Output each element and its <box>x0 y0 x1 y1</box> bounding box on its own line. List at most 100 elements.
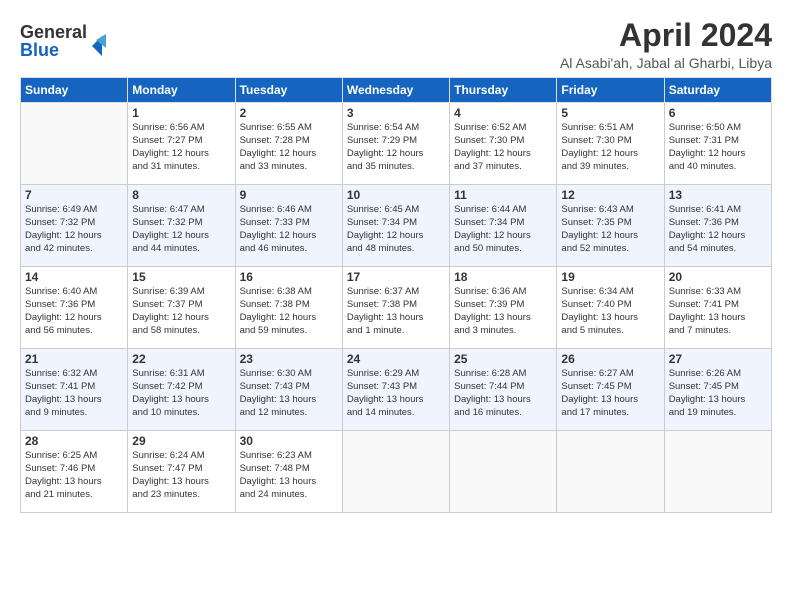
calendar-cell: 21 Sunrise: 6:32 AM Sunset: 7:41 PM Dayli… <box>21 349 128 431</box>
calendar-cell: 9 Sunrise: 6:46 AM Sunset: 7:33 PM Daylig… <box>235 185 342 267</box>
cell-info: Sunrise: 6:23 AM Sunset: 7:48 PM Dayligh… <box>240 450 338 501</box>
day-number: 25 <box>454 352 552 366</box>
cell-info: Sunrise: 6:28 AM Sunset: 7:44 PM Dayligh… <box>454 368 552 419</box>
calendar-cell <box>557 431 664 513</box>
day-number: 11 <box>454 188 552 202</box>
week-row-2: 7 Sunrise: 6:49 AM Sunset: 7:32 PM Daylig… <box>21 185 772 267</box>
day-number: 9 <box>240 188 338 202</box>
cell-info: Sunrise: 6:46 AM Sunset: 7:33 PM Dayligh… <box>240 204 338 255</box>
cell-info: Sunrise: 6:41 AM Sunset: 7:36 PM Dayligh… <box>669 204 767 255</box>
calendar-cell: 22 Sunrise: 6:31 AM Sunset: 7:42 PM Dayli… <box>128 349 235 431</box>
week-row-5: 28 Sunrise: 6:25 AM Sunset: 7:46 PM Dayli… <box>21 431 772 513</box>
day-number: 6 <box>669 106 767 120</box>
calendar-cell: 19 Sunrise: 6:34 AM Sunset: 7:40 PM Dayli… <box>557 267 664 349</box>
calendar-cell: 20Sunrise: 6:33 AM Sunset: 7:41 PM Dayli… <box>664 267 771 349</box>
calendar-cell: 2Sunrise: 6:55 AM Sunset: 7:28 PM Daylig… <box>235 103 342 185</box>
day-number: 21 <box>25 352 123 366</box>
calendar-cell: 1 Sunrise: 6:56 AM Sunset: 7:27 PM Daylig… <box>128 103 235 185</box>
day-number: 18 <box>454 270 552 284</box>
cell-info: Sunrise: 6:36 AM Sunset: 7:39 PM Dayligh… <box>454 286 552 337</box>
cell-info: Sunrise: 6:40 AM Sunset: 7:36 PM Dayligh… <box>25 286 123 337</box>
cell-info: Sunrise: 6:51 AM Sunset: 7:30 PM Dayligh… <box>561 122 659 173</box>
col-header-friday: Friday <box>557 78 664 103</box>
cell-info: Sunrise: 6:45 AM Sunset: 7:34 PM Dayligh… <box>347 204 445 255</box>
title-block: April 2024 Al Asabi'ah, Jabal al Gharbi,… <box>560 18 772 71</box>
calendar-cell: 12Sunrise: 6:43 AM Sunset: 7:35 PM Dayli… <box>557 185 664 267</box>
page: General Blue April 2024 Al Asabi'ah, Jab… <box>0 0 792 612</box>
day-number: 28 <box>25 434 123 448</box>
calendar-cell <box>450 431 557 513</box>
cell-info: Sunrise: 6:24 AM Sunset: 7:47 PM Dayligh… <box>132 450 230 501</box>
calendar-cell: 18 Sunrise: 6:36 AM Sunset: 7:39 PM Dayli… <box>450 267 557 349</box>
svg-text:General: General <box>20 22 87 42</box>
cell-info: Sunrise: 6:47 AM Sunset: 7:32 PM Dayligh… <box>132 204 230 255</box>
calendar-cell: 10 Sunrise: 6:45 AM Sunset: 7:34 PM Dayli… <box>342 185 449 267</box>
day-number: 3 <box>347 106 445 120</box>
calendar-cell: 30 Sunrise: 6:23 AM Sunset: 7:48 PM Dayli… <box>235 431 342 513</box>
cell-info: Sunrise: 6:44 AM Sunset: 7:34 PM Dayligh… <box>454 204 552 255</box>
svg-text:Blue: Blue <box>20 40 59 60</box>
calendar-cell: 16 Sunrise: 6:38 AM Sunset: 7:38 PM Dayli… <box>235 267 342 349</box>
week-row-3: 14 Sunrise: 6:40 AM Sunset: 7:36 PM Dayli… <box>21 267 772 349</box>
cell-info: Sunrise: 6:32 AM Sunset: 7:41 PM Dayligh… <box>25 368 123 419</box>
calendar-cell: 7 Sunrise: 6:49 AM Sunset: 7:32 PM Daylig… <box>21 185 128 267</box>
header: General Blue April 2024 Al Asabi'ah, Jab… <box>20 18 772 71</box>
cell-info: Sunrise: 6:30 AM Sunset: 7:43 PM Dayligh… <box>240 368 338 419</box>
day-number: 22 <box>132 352 230 366</box>
col-header-wednesday: Wednesday <box>342 78 449 103</box>
cell-info: Sunrise: 6:43 AM Sunset: 7:35 PM Dayligh… <box>561 204 659 255</box>
day-number: 23 <box>240 352 338 366</box>
calendar-cell: 28 Sunrise: 6:25 AM Sunset: 7:46 PM Dayli… <box>21 431 128 513</box>
col-header-sunday: Sunday <box>21 78 128 103</box>
logo-icon: General Blue <box>20 18 110 62</box>
calendar-cell: 14 Sunrise: 6:40 AM Sunset: 7:36 PM Dayli… <box>21 267 128 349</box>
day-number: 5 <box>561 106 659 120</box>
calendar-cell: 23 Sunrise: 6:30 AM Sunset: 7:43 PM Dayli… <box>235 349 342 431</box>
day-number: 14 <box>25 270 123 284</box>
cell-info: Sunrise: 6:50 AM Sunset: 7:31 PM Dayligh… <box>669 122 767 173</box>
col-header-monday: Monday <box>128 78 235 103</box>
calendar-cell: 6 Sunrise: 6:50 AM Sunset: 7:31 PM Daylig… <box>664 103 771 185</box>
logo: General Blue <box>20 18 110 67</box>
week-row-4: 21 Sunrise: 6:32 AM Sunset: 7:41 PM Dayli… <box>21 349 772 431</box>
day-number: 16 <box>240 270 338 284</box>
day-number: 13 <box>669 188 767 202</box>
calendar-cell: 8Sunrise: 6:47 AM Sunset: 7:32 PM Daylig… <box>128 185 235 267</box>
day-number: 4 <box>454 106 552 120</box>
calendar-cell: 29Sunrise: 6:24 AM Sunset: 7:47 PM Dayli… <box>128 431 235 513</box>
calendar-cell <box>342 431 449 513</box>
cell-info: Sunrise: 6:55 AM Sunset: 7:28 PM Dayligh… <box>240 122 338 173</box>
cell-info: Sunrise: 6:27 AM Sunset: 7:45 PM Dayligh… <box>561 368 659 419</box>
calendar-cell <box>21 103 128 185</box>
day-number: 19 <box>561 270 659 284</box>
day-number: 1 <box>132 106 230 120</box>
cell-info: Sunrise: 6:54 AM Sunset: 7:29 PM Dayligh… <box>347 122 445 173</box>
calendar-cell: 17 Sunrise: 6:37 AM Sunset: 7:38 PM Dayli… <box>342 267 449 349</box>
day-number: 27 <box>669 352 767 366</box>
day-number: 26 <box>561 352 659 366</box>
calendar-cell: 24 Sunrise: 6:29 AM Sunset: 7:43 PM Dayli… <box>342 349 449 431</box>
cell-info: Sunrise: 6:38 AM Sunset: 7:38 PM Dayligh… <box>240 286 338 337</box>
month-title: April 2024 <box>560 18 772 53</box>
calendar-cell: 15Sunrise: 6:39 AM Sunset: 7:37 PM Dayli… <box>128 267 235 349</box>
cell-info: Sunrise: 6:37 AM Sunset: 7:38 PM Dayligh… <box>347 286 445 337</box>
day-number: 30 <box>240 434 338 448</box>
calendar-cell: 5 Sunrise: 6:51 AM Sunset: 7:30 PM Daylig… <box>557 103 664 185</box>
day-number: 20 <box>669 270 767 284</box>
cell-info: Sunrise: 6:49 AM Sunset: 7:32 PM Dayligh… <box>25 204 123 255</box>
cell-info: Sunrise: 6:34 AM Sunset: 7:40 PM Dayligh… <box>561 286 659 337</box>
calendar-cell: 11 Sunrise: 6:44 AM Sunset: 7:34 PM Dayli… <box>450 185 557 267</box>
cell-info: Sunrise: 6:52 AM Sunset: 7:30 PM Dayligh… <box>454 122 552 173</box>
calendar-cell: 13 Sunrise: 6:41 AM Sunset: 7:36 PM Dayli… <box>664 185 771 267</box>
day-number: 24 <box>347 352 445 366</box>
day-number: 17 <box>347 270 445 284</box>
cell-info: Sunrise: 6:29 AM Sunset: 7:43 PM Dayligh… <box>347 368 445 419</box>
day-number: 10 <box>347 188 445 202</box>
week-row-1: 1 Sunrise: 6:56 AM Sunset: 7:27 PM Daylig… <box>21 103 772 185</box>
calendar-cell: 25 Sunrise: 6:28 AM Sunset: 7:44 PM Dayli… <box>450 349 557 431</box>
day-number: 7 <box>25 188 123 202</box>
cell-info: Sunrise: 6:31 AM Sunset: 7:42 PM Dayligh… <box>132 368 230 419</box>
cell-info: Sunrise: 6:25 AM Sunset: 7:46 PM Dayligh… <box>25 450 123 501</box>
calendar-cell <box>664 431 771 513</box>
cell-info: Sunrise: 6:56 AM Sunset: 7:27 PM Dayligh… <box>132 122 230 173</box>
